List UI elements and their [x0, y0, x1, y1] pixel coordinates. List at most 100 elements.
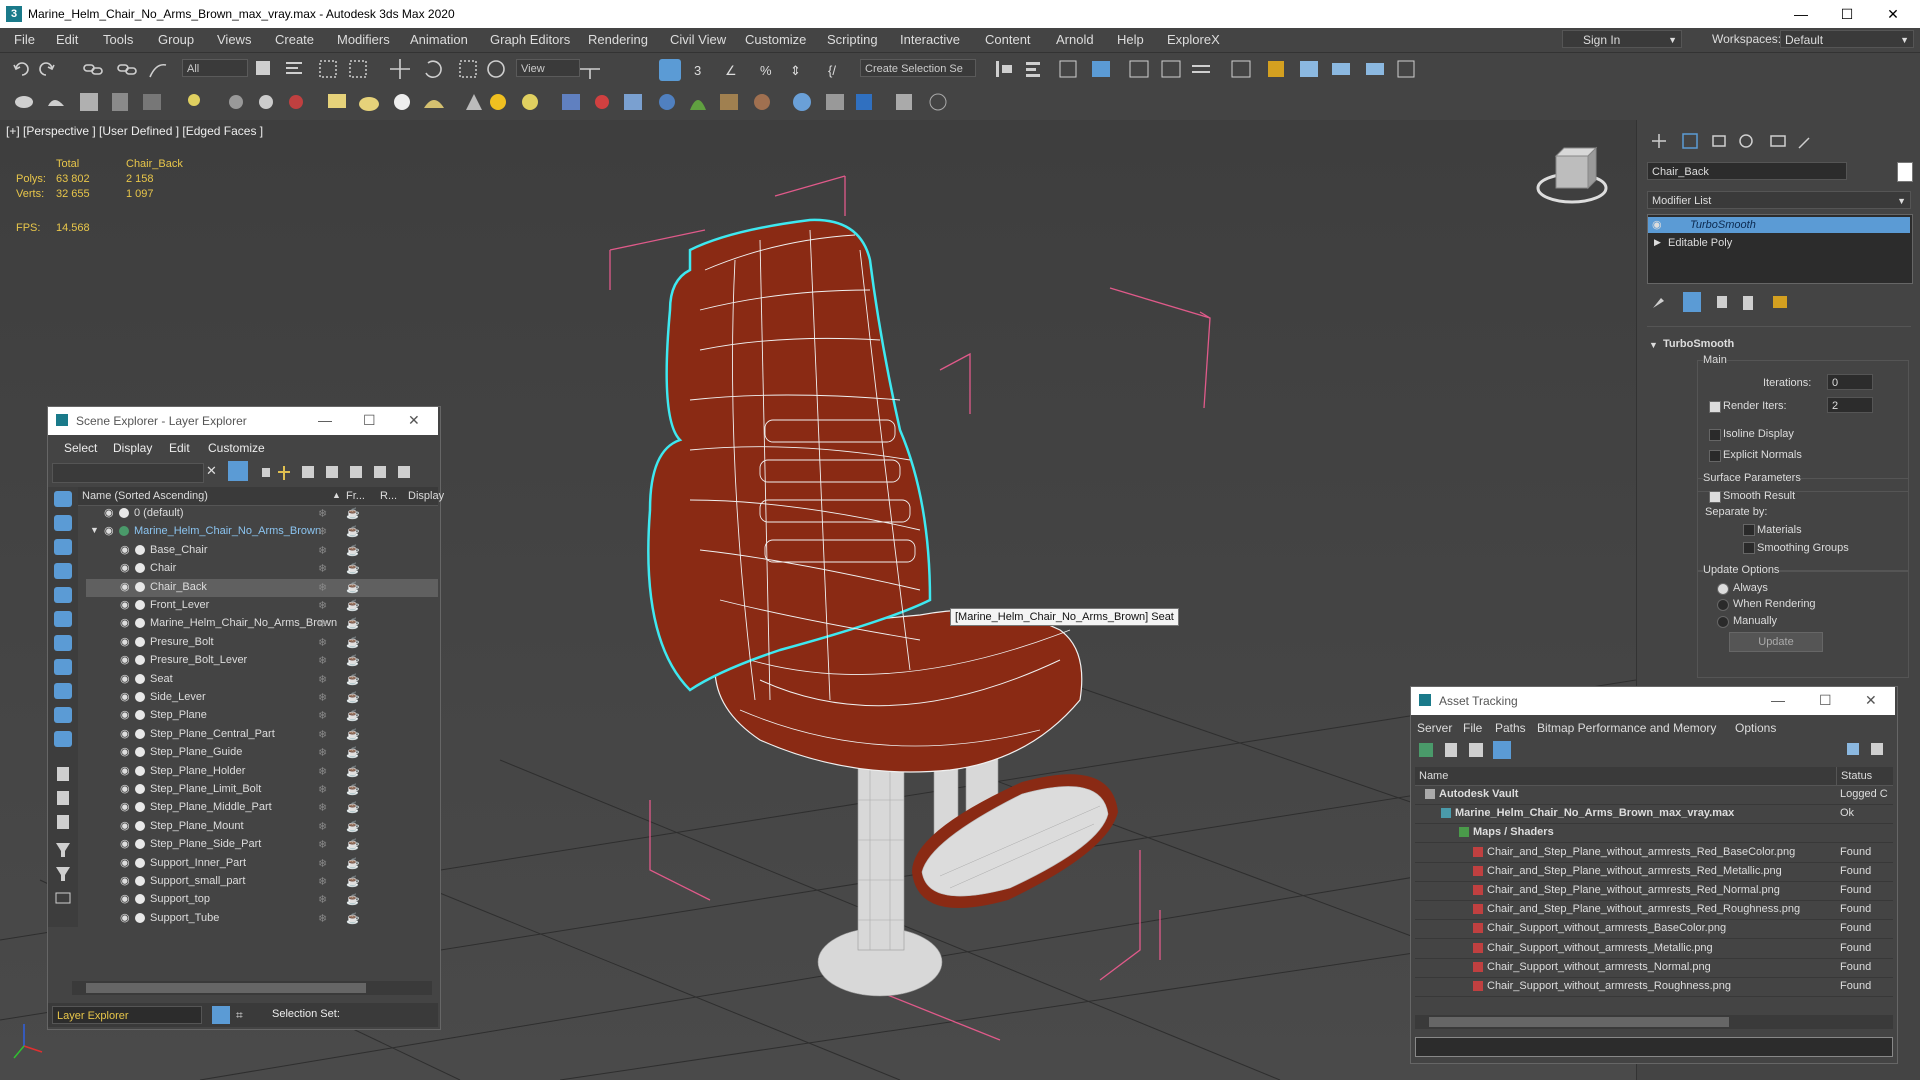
visibility-eye-icon[interactable]: ◉ [120, 708, 130, 721]
renderable-icon[interactable]: ☕ [346, 544, 360, 557]
always-radio[interactable] [1717, 583, 1729, 595]
visibility-eye-icon[interactable]: ◉ [120, 874, 130, 887]
freeze-icon[interactable]: ❄ [318, 875, 327, 888]
col-display-header[interactable]: Display [408, 490, 444, 502]
collapse-arrow-icon[interactable]: ▼ [1649, 340, 1658, 350]
renderable-icon[interactable]: ☕ [346, 654, 360, 667]
se-tree-row[interactable]: ◉ Step_Plane_Central_Part ❄ ☕ [86, 726, 438, 744]
se-menu-select[interactable]: Select [64, 441, 97, 455]
minimize-button[interactable]: — [1771, 692, 1785, 708]
at-tree-row[interactable]: Chair_and_Step_Plane_without_armrests_Re… [1415, 843, 1893, 863]
col-freeze-header[interactable]: Fr... [346, 490, 365, 502]
menu-graph-editors[interactable]: Graph Editors [490, 32, 570, 47]
render-iters-checkbox[interactable] [1709, 401, 1721, 413]
modifier-list-dropdown[interactable]: Modifier List ▼ [1647, 191, 1911, 209]
renderable-icon[interactable]: ☕ [346, 838, 360, 851]
renderable-icon[interactable]: ☕ [346, 507, 360, 520]
se-tree-row[interactable]: ◉ Step_Plane_Holder ❄ ☕ [86, 763, 438, 781]
at-tree-row[interactable]: Chair_and_Step_Plane_without_armrests_Re… [1415, 900, 1893, 921]
menu-tools[interactable]: Tools [103, 32, 133, 47]
at-tree-row[interactable]: Chair_Support_without_armrests_BaseColor… [1415, 919, 1893, 940]
update-button[interactable]: Update [1729, 632, 1823, 652]
iterations-spinner[interactable]: 0 [1827, 374, 1873, 390]
renderable-icon[interactable]: ☕ [346, 820, 360, 833]
freeze-icon[interactable]: ❄ [318, 820, 327, 833]
renderable-icon[interactable]: ☕ [346, 746, 360, 759]
freeze-icon[interactable]: ❄ [318, 617, 327, 630]
freeze-icon[interactable]: ❄ [318, 857, 327, 870]
se-tree-row[interactable]: ◉ Step_Plane_Side_Part ❄ ☕ [86, 836, 438, 854]
freeze-icon[interactable]: ❄ [318, 562, 327, 575]
visibility-eye-icon[interactable]: ◉ [120, 745, 130, 758]
renderable-icon[interactable]: ☕ [346, 525, 360, 538]
renderable-icon[interactable]: ☕ [346, 912, 360, 925]
freeze-icon[interactable]: ❄ [318, 507, 327, 520]
menu-animation[interactable]: Animation [410, 32, 468, 47]
freeze-icon[interactable]: ❄ [318, 765, 327, 778]
se-tree-row[interactable]: ◉ Marine_Helm_Chair_No_Arms_Brown ❄ ☕ [86, 615, 438, 633]
at-tree-row[interactable]: Marine_Helm_Chair_No_Arms_Brown_max_vray… [1415, 804, 1893, 825]
renderable-icon[interactable]: ☕ [346, 765, 360, 778]
at-menu-server[interactable]: Server [1417, 721, 1452, 735]
when-rendering-radio[interactable] [1717, 599, 1729, 611]
sign-in-dropdown[interactable]: Sign In ▼ [1562, 30, 1682, 48]
se-tree-row[interactable]: ◉ 0 (default) ❄ ☕ [86, 505, 438, 523]
visibility-eye-icon[interactable]: ◉ [104, 506, 114, 519]
visibility-eye-icon[interactable]: ◉ [120, 837, 130, 850]
renderable-icon[interactable]: ☕ [346, 691, 360, 704]
renderable-icon[interactable]: ☕ [346, 636, 360, 649]
object-color-swatch[interactable] [1897, 162, 1913, 182]
named-selection-set-dropdown[interactable]: Create Selection Se [860, 59, 976, 77]
freeze-icon[interactable]: ❄ [318, 746, 327, 759]
stack-item-editable-poly[interactable]: ▶ Editable Poly [1648, 235, 1910, 251]
filter-icon[interactable] [228, 461, 248, 481]
se-tree-row[interactable]: ◉ Step_Plane ❄ ☕ [86, 707, 438, 725]
menu-group[interactable]: Group [158, 32, 194, 47]
visibility-eye-icon[interactable]: ◉ [120, 543, 130, 556]
menu-content[interactable]: Content [985, 32, 1031, 47]
at-tree-row[interactable]: Maps / Shaders [1415, 823, 1893, 844]
col-name-header[interactable]: Name [1419, 770, 1448, 782]
visibility-eye-icon[interactable]: ◉ [120, 819, 130, 832]
menu-explorex[interactable]: ExploreX [1167, 32, 1220, 47]
minimize-button[interactable]: — [1778, 0, 1824, 28]
renderable-icon[interactable]: ☕ [346, 875, 360, 888]
freeze-icon[interactable]: ❄ [318, 581, 327, 594]
freeze-icon[interactable]: ❄ [318, 801, 327, 814]
se-tree-row[interactable]: ◉ Presure_Bolt_Lever ❄ ☕ [86, 652, 438, 670]
scrollbar-thumb[interactable] [86, 983, 366, 993]
se-tree-row[interactable]: ◉ Support_top ❄ ☕ [86, 891, 438, 909]
freeze-icon[interactable]: ❄ [318, 783, 327, 796]
renderable-icon[interactable]: ☕ [346, 709, 360, 722]
expand-arrow-icon[interactable]: ▶ [1654, 237, 1661, 248]
renderable-icon[interactable]: ☕ [346, 857, 360, 870]
explorer-mode-dropdown[interactable]: Layer Explorer [52, 1006, 202, 1024]
smoothing-groups-checkbox[interactable] [1743, 542, 1755, 554]
freeze-icon[interactable]: ❄ [318, 673, 327, 686]
menu-file[interactable]: File [14, 32, 35, 47]
clear-search-icon[interactable]: ✕ [206, 463, 217, 479]
at-tree-row[interactable]: Chair_Support_without_armrests_Roughness… [1415, 977, 1893, 997]
visibility-eye-icon[interactable]: ◉ [104, 524, 114, 537]
freeze-icon[interactable]: ❄ [318, 709, 327, 722]
expand-arrow-icon[interactable]: ▼ [90, 525, 99, 535]
freeze-icon[interactable]: ❄ [318, 636, 327, 649]
at-tree-row[interactable]: Chair_and_Step_Plane_without_armrests_Re… [1415, 862, 1893, 882]
layers-icon[interactable] [212, 1006, 230, 1024]
freeze-icon[interactable]: ❄ [318, 893, 327, 906]
freeze-icon[interactable]: ❄ [318, 599, 327, 612]
menu-views[interactable]: Views [217, 32, 251, 47]
minimize-button[interactable]: — [318, 412, 332, 428]
maximize-button[interactable]: ☐ [363, 412, 376, 429]
se-tree-row[interactable]: ◉ Step_Plane_Mount ❄ ☕ [86, 818, 438, 836]
visibility-eye-icon[interactable]: ◉ [120, 911, 130, 924]
col-name-header[interactable]: Name (Sorted Ascending) [82, 490, 208, 502]
renderable-icon[interactable]: ☕ [346, 562, 360, 575]
renderable-icon[interactable]: ☕ [346, 783, 360, 796]
renderable-icon[interactable]: ☕ [346, 728, 360, 741]
visibility-eye-icon[interactable]: ◉ [120, 598, 130, 611]
se-search-input[interactable] [52, 463, 204, 483]
freeze-icon[interactable]: ❄ [318, 691, 327, 704]
se-tree-row[interactable]: ◉ Support_Inner_Part ❄ ☕ [86, 855, 438, 873]
at-tree-row[interactable]: Autodesk Vault Logged C [1415, 785, 1893, 805]
